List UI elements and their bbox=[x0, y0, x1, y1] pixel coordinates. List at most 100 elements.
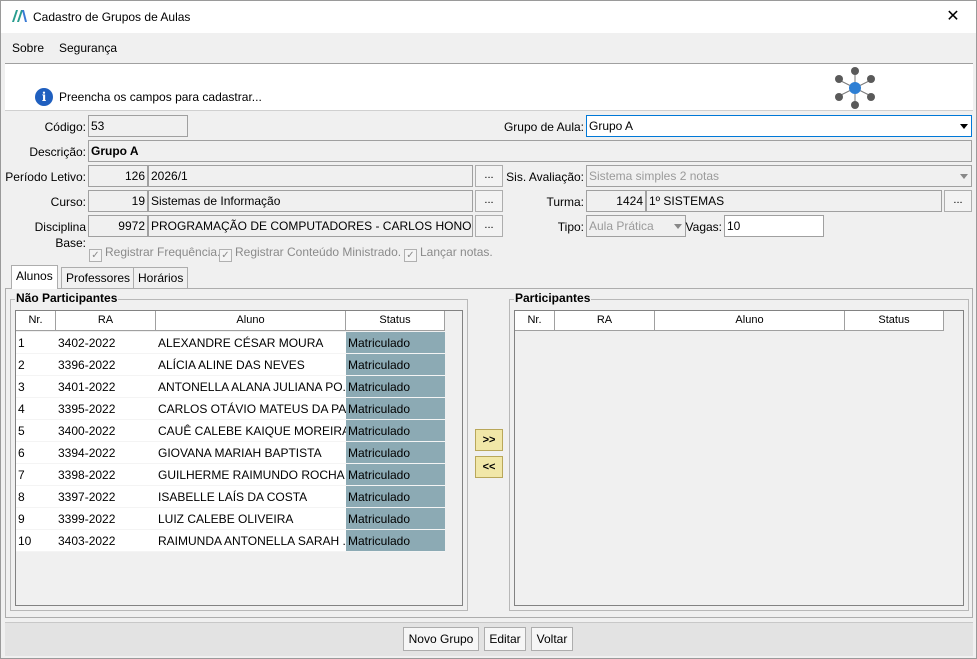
check-icon: ✓ bbox=[89, 249, 102, 262]
add-participant-button[interactable]: >> bbox=[475, 429, 503, 451]
column-header-ra[interactable]: RA bbox=[56, 311, 156, 331]
codigo-label: Código: bbox=[44, 120, 86, 134]
cell-status: Matriculado bbox=[346, 354, 445, 376]
turma-label: Turma: bbox=[546, 195, 584, 209]
column-header-status[interactable]: Status bbox=[845, 311, 944, 331]
sis-avaliacao-select[interactable]: Sistema simples 2 notas bbox=[586, 165, 972, 187]
cell-nr: 3 bbox=[16, 376, 56, 398]
disciplina-code-field[interactable]: 9972 bbox=[88, 215, 148, 237]
curso-label: Curso: bbox=[50, 195, 86, 209]
voltar-button[interactable]: Voltar bbox=[531, 627, 573, 651]
tab-professores[interactable]: Professores bbox=[61, 267, 136, 288]
header-panel: i Preencha os campos para cadastrar... bbox=[5, 63, 973, 111]
table-row[interactable]: 7 3398-2022 GUILHERME RAIMUNDO ROCHA Matric… bbox=[16, 464, 445, 486]
main-window: Cadastro de Grupos de Aulas ✕ Sobre Segu… bbox=[0, 0, 977, 659]
grupo-aula-label: Grupo de Aula: bbox=[503, 120, 584, 134]
descricao-field[interactable]: Grupo A bbox=[88, 140, 972, 162]
cell-aluno: ALEXANDRE CÉSAR MOURA bbox=[156, 332, 346, 354]
cell-ra: 3396-2022 bbox=[56, 354, 156, 376]
cell-ra: 3399-2022 bbox=[56, 508, 156, 530]
nao-participantes-grid[interactable]: Nr. RA Aluno Status 1 3402-2022 ALEXANDRE … bbox=[15, 310, 463, 606]
descricao-label: Descrição: bbox=[29, 145, 86, 159]
table-row[interactable]: 8 3397-2022 ISABELLE LAÍS DA COSTA Matricul… bbox=[16, 486, 445, 508]
tipo-select[interactable]: Aula Prática bbox=[586, 215, 686, 237]
table-row[interactable]: 9 3399-2022 LUIZ CALEBE OLIVEIRA Matriculad… bbox=[16, 508, 445, 530]
table-row[interactable]: 10 3403-2022 RAIMUNDA ANTONELLA SARAH ... M… bbox=[16, 530, 445, 552]
periodo-code-field[interactable]: 126 bbox=[88, 165, 148, 187]
table-row[interactable]: 4 3395-2022 CARLOS OTÁVIO MATEUS DA PAZ Mat… bbox=[16, 398, 445, 420]
tipo-value: Aula Prática bbox=[589, 219, 654, 233]
registrar-conteudo-checkbox[interactable]: ✓ Registrar Conteúdo Ministrado. bbox=[219, 244, 402, 262]
cell-nr: 4 bbox=[16, 398, 56, 420]
window-title: Cadastro de Grupos de Aulas bbox=[33, 10, 191, 24]
tab-alunos[interactable]: Alunos bbox=[11, 265, 58, 289]
cell-nr: 10 bbox=[16, 530, 56, 552]
close-button[interactable]: ✕ bbox=[930, 1, 976, 33]
cell-ra: 3394-2022 bbox=[56, 442, 156, 464]
registrar-conteudo-label: Registrar Conteúdo Ministrado. bbox=[235, 245, 402, 259]
tab-horarios[interactable]: Horários bbox=[133, 267, 189, 288]
cell-aluno: CARLOS OTÁVIO MATEUS DA PAZ bbox=[156, 398, 346, 420]
menu-sobre[interactable]: Sobre bbox=[12, 41, 44, 55]
turma-search-button[interactable]: ... bbox=[944, 190, 972, 212]
cell-aluno: ALÍCIA ALINE DAS NEVES bbox=[156, 354, 346, 376]
lancar-notas-checkbox[interactable]: ✓ Lançar notas. bbox=[404, 244, 493, 262]
column-header-nr[interactable]: Nr. bbox=[515, 311, 555, 331]
sis-avaliacao-label: Sis. Avaliação: bbox=[506, 170, 584, 184]
cell-ra: 3400-2022 bbox=[56, 420, 156, 442]
cell-status: Matriculado bbox=[346, 398, 445, 420]
table-row[interactable]: 5 3400-2022 CAUÊ CALEBE KAIQUE MOREIRA Matr… bbox=[16, 420, 445, 442]
registrar-frequencia-checkbox[interactable]: ✓ Registrar Frequência. bbox=[89, 244, 221, 262]
disciplina-label: Disciplina Base: bbox=[34, 220, 86, 250]
lancar-notas-label: Lançar notas. bbox=[420, 245, 493, 259]
nao-participantes-title: Não Participantes bbox=[15, 291, 119, 305]
participantes-group: Participantes Nr. RA Aluno Status bbox=[509, 291, 969, 611]
turma-code-field[interactable]: 1424 bbox=[586, 190, 646, 212]
cell-aluno: RAIMUNDA ANTONELLA SARAH ... bbox=[156, 530, 346, 552]
vagas-field[interactable]: 10 bbox=[724, 215, 824, 237]
menu-bar: Sobre Segurança bbox=[1, 37, 976, 61]
column-header-aluno[interactable]: Aluno bbox=[156, 311, 346, 331]
registrar-frequencia-label: Registrar Frequência. bbox=[105, 245, 221, 259]
table-row[interactable]: 1 3402-2022 ALEXANDRE CÉSAR MOURA Matricula… bbox=[16, 332, 445, 354]
participantes-grid[interactable]: Nr. RA Aluno Status bbox=[514, 310, 964, 606]
cell-aluno: ISABELLE LAÍS DA COSTA bbox=[156, 486, 346, 508]
cell-status: Matriculado bbox=[346, 508, 445, 530]
table-row[interactable]: 6 3394-2022 GIOVANA MARIAH BAPTISTA Matricu… bbox=[16, 442, 445, 464]
grid-header: Nr. RA Aluno Status bbox=[16, 311, 445, 331]
curso-code-field[interactable]: 19 bbox=[88, 190, 148, 212]
alunos-tab-panel: Não Participantes Nr. RA Aluno Status 13… bbox=[5, 288, 973, 618]
cell-status: Matriculado bbox=[346, 420, 445, 442]
grupo-aula-value: Grupo A bbox=[589, 119, 634, 133]
cell-ra: 3398-2022 bbox=[56, 464, 156, 486]
table-row[interactable]: 2 3396-2022 ALÍCIA ALINE DAS NEVES Matricul… bbox=[16, 354, 445, 376]
column-header-ra[interactable]: RA bbox=[555, 311, 655, 331]
cell-aluno: LUIZ CALEBE OLIVEIRA bbox=[156, 508, 346, 530]
table-row[interactable]: 3 3401-2022 ANTONELLA ALANA JULIANA PO... M… bbox=[16, 376, 445, 398]
tipo-label: Tipo: bbox=[557, 220, 584, 234]
cell-status: Matriculado bbox=[346, 530, 445, 552]
cell-status: Matriculado bbox=[346, 376, 445, 398]
editar-button[interactable]: Editar bbox=[484, 627, 526, 651]
novo-grupo-button[interactable]: Novo Grupo bbox=[403, 627, 479, 651]
menu-seguranca[interactable]: Segurança bbox=[59, 41, 117, 55]
cell-ra: 3397-2022 bbox=[56, 486, 156, 508]
check-icon: ✓ bbox=[219, 249, 232, 262]
users-network-icon bbox=[835, 67, 875, 109]
check-icon: ✓ bbox=[404, 249, 417, 262]
chevron-down-icon bbox=[674, 224, 682, 229]
codigo-field[interactable]: 53 bbox=[88, 115, 188, 137]
sis-avaliacao-value: Sistema simples 2 notas bbox=[589, 169, 720, 183]
app-logo-icon bbox=[12, 10, 27, 22]
disciplina-name-field: PROGRAMAÇÃO DE COMPUTADORES - CARLOS HON… bbox=[148, 215, 473, 237]
column-header-aluno[interactable]: Aluno bbox=[655, 311, 845, 331]
grupo-aula-select[interactable]: Grupo A bbox=[586, 115, 972, 137]
column-header-status[interactable]: Status bbox=[346, 311, 445, 331]
participantes-title: Participantes bbox=[514, 291, 592, 305]
cell-nr: 2 bbox=[16, 354, 56, 376]
cell-nr: 9 bbox=[16, 508, 56, 530]
column-header-nr[interactable]: Nr. bbox=[16, 311, 56, 331]
periodo-name-field: 2026/1 bbox=[148, 165, 473, 187]
grid-header: Nr. RA Aluno Status bbox=[515, 311, 944, 331]
remove-participant-button[interactable]: << bbox=[475, 456, 503, 478]
